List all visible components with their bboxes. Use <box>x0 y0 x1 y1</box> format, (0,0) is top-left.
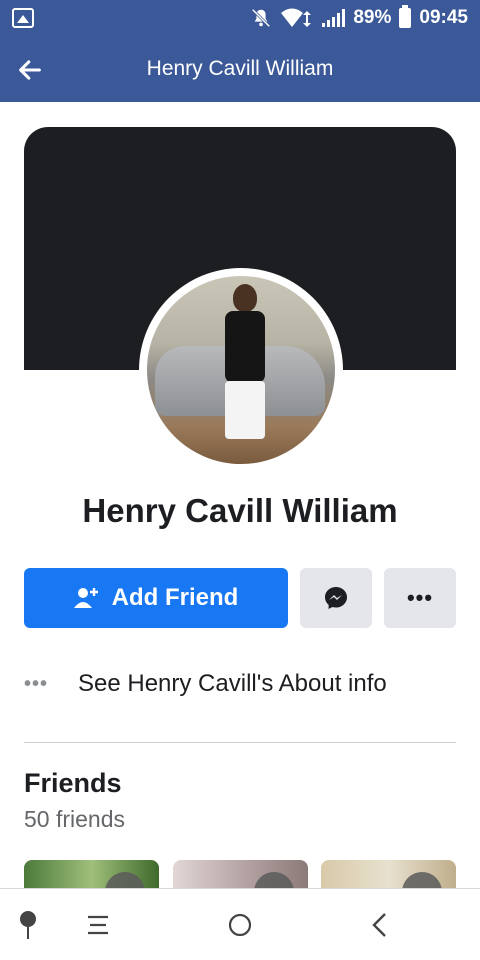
recent-apps-icon[interactable] <box>78 905 118 945</box>
friends-heading: Friends <box>24 768 122 798</box>
back-icon[interactable] <box>360 905 400 945</box>
more-dots-icon: ••• <box>406 585 434 610</box>
add-friend-button[interactable]: Add Friend <box>24 568 288 628</box>
pin-icon[interactable] <box>8 905 48 945</box>
profile-avatar[interactable] <box>139 268 343 472</box>
add-friend-icon <box>73 588 98 608</box>
wifi-icon <box>281 8 312 27</box>
message-button[interactable] <box>300 568 372 628</box>
clock-time: 09:45 <box>419 7 468 28</box>
app-header: Henry Cavill William <box>0 36 480 102</box>
messenger-icon <box>325 587 347 609</box>
home-icon[interactable] <box>220 905 260 945</box>
friend-thumbnail[interactable] <box>321 860 456 890</box>
signal-icon <box>322 9 346 27</box>
status-indicators: 89% 09:45 <box>250 5 468 29</box>
friends-count[interactable]: 50 friends <box>24 806 125 833</box>
profile-name: Henry Cavill William <box>82 492 398 529</box>
add-friend-label: Add Friend <box>111 584 239 611</box>
back-arrow-icon[interactable] <box>16 56 44 84</box>
section-divider <box>24 742 456 743</box>
friend-thumbnail[interactable] <box>24 860 159 890</box>
battery-icon <box>399 5 412 28</box>
about-info-link[interactable]: ••• See Henry Cavill's About info <box>24 664 456 704</box>
friend-thumbnail[interactable] <box>173 860 308 890</box>
status-bar: 89% 09:45 <box>0 0 480 36</box>
mute-icon <box>252 8 271 28</box>
system-navigation-bar <box>0 888 480 960</box>
profile-photo <box>147 276 335 464</box>
about-info-text: See Henry Cavill's About info <box>78 670 387 697</box>
battery-percentage: 89% <box>353 7 392 28</box>
more-dots-icon: ••• <box>24 672 49 695</box>
gallery-notification-icon <box>12 8 34 28</box>
page-title: Henry Cavill William <box>146 57 334 80</box>
more-options-button[interactable]: ••• <box>384 568 456 628</box>
